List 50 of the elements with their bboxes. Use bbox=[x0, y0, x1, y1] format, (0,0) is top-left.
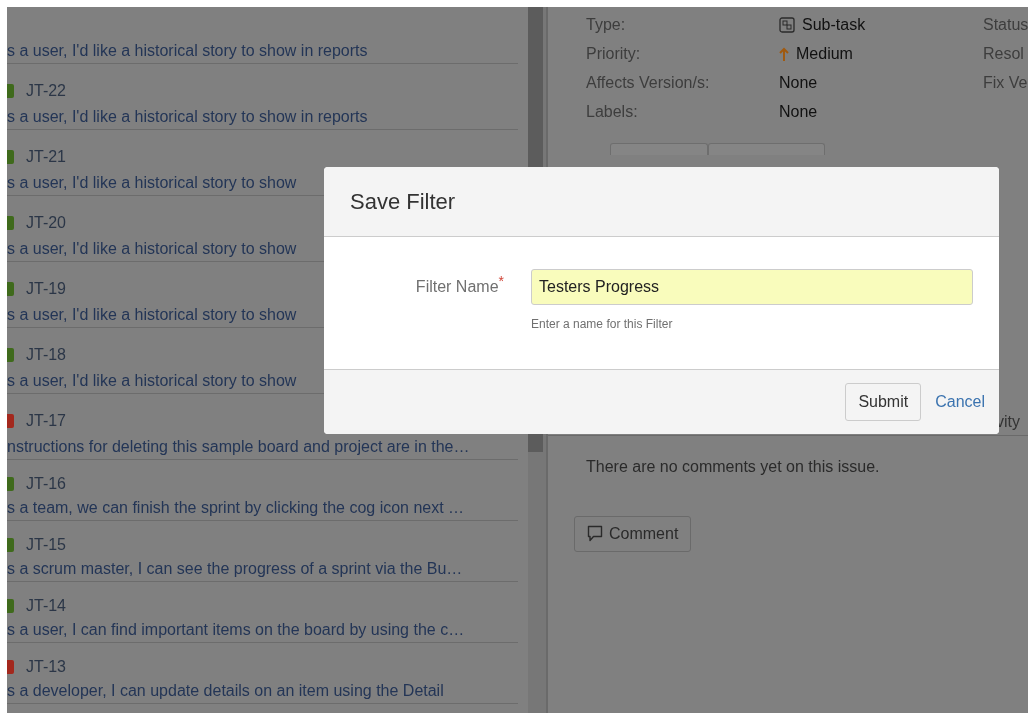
no-comments-message: There are no comments yet on this issue. bbox=[586, 458, 881, 476]
issue-key[interactable]: JT-18 bbox=[26, 346, 66, 364]
issue-summary[interactable]: s a user, I'd like a historical story to show in reports bbox=[7, 42, 518, 60]
required-mark: * bbox=[498, 273, 504, 289]
issue-key[interactable]: JT-20 bbox=[26, 214, 66, 232]
field-value: Sub-task bbox=[802, 16, 866, 34]
field-label: Affects Version/s: bbox=[586, 74, 711, 92]
issue-type-icon bbox=[7, 348, 14, 362]
issue-key[interactable]: JT-21 bbox=[26, 148, 66, 166]
issue-type-icon bbox=[7, 216, 14, 230]
subtask-icon bbox=[779, 17, 795, 33]
issue-summary[interactable]: s a scrum master, I can see the progress of a sprint via the Bu… bbox=[7, 560, 518, 578]
dialog-title: Save Filter bbox=[350, 188, 456, 215]
issue-key[interactable]: JT-13 bbox=[26, 658, 66, 676]
field-label: Fix Ve bbox=[983, 74, 1028, 92]
submit-button[interactable]: Submit bbox=[845, 383, 922, 421]
issue-key[interactable]: JT-22 bbox=[26, 82, 66, 100]
field-label: Priority: bbox=[586, 45, 642, 63]
issue-key[interactable]: JT-14 bbox=[26, 597, 66, 615]
issue-type-icon bbox=[7, 660, 14, 674]
comment-button[interactable]: Comment bbox=[574, 516, 692, 552]
issue-type-icon bbox=[7, 282, 14, 296]
issue-summary[interactable]: s a developer, I can update details on an item using the Detail bbox=[7, 682, 518, 700]
speech-bubble-icon bbox=[587, 525, 603, 543]
issue-key[interactable]: JT-17 bbox=[26, 412, 66, 430]
cancel-link[interactable]: Cancel bbox=[935, 393, 985, 411]
issue-key[interactable]: JT-19 bbox=[26, 280, 66, 298]
field-value: Medium bbox=[796, 45, 853, 63]
issue-type-icon bbox=[7, 84, 14, 98]
issue-type-icon bbox=[7, 150, 14, 164]
filter-name-input[interactable]: Testers Progress bbox=[531, 269, 973, 305]
up-arrow-icon bbox=[779, 46, 789, 62]
issue-summary[interactable]: nstructions for deleting this sample board and project are in the… bbox=[7, 438, 518, 456]
issue-summary[interactable]: s a user, I can find important items on the board by using the c… bbox=[7, 621, 518, 639]
issue-summary[interactable]: s a user, I'd like a historical story to show in reports bbox=[7, 108, 518, 126]
issue-type-icon bbox=[7, 414, 14, 428]
issue-type-icon bbox=[7, 538, 14, 552]
issue-type-icon bbox=[7, 477, 14, 491]
issue-key[interactable]: JT-15 bbox=[26, 536, 66, 554]
issue-summary[interactable]: s a team, we can finish the sprint by clicking the cog icon next … bbox=[7, 499, 518, 517]
field-label: Resol bbox=[983, 45, 1025, 63]
field-label: Type: bbox=[586, 16, 627, 34]
field-value: None bbox=[779, 103, 818, 121]
issue-key[interactable]: JT-16 bbox=[26, 475, 66, 493]
field-label: Labels: bbox=[586, 103, 639, 121]
help-text: Enter a name for this Filter bbox=[531, 317, 674, 331]
issue-type-icon bbox=[7, 599, 14, 613]
field-label: Filter Name bbox=[415, 278, 499, 295]
field-value: None bbox=[779, 74, 818, 92]
field-label: Status bbox=[983, 16, 1028, 34]
